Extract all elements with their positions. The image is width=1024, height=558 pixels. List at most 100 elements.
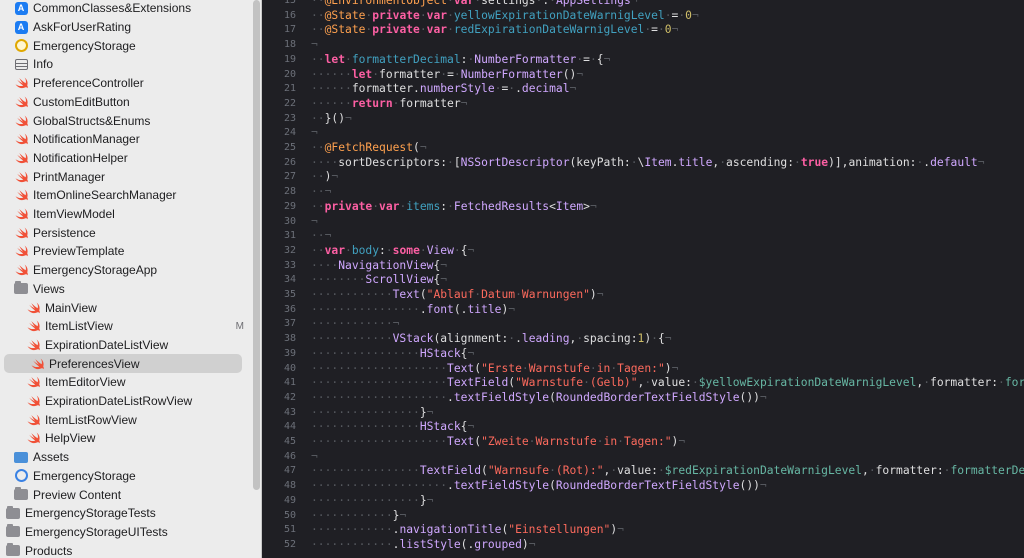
code-text[interactable]: ····················Text("Zweite·Warnstu… [311, 435, 685, 450]
code-line[interactable]: 51 ············.navigationTitle("Einstell… [262, 523, 1024, 538]
code-text[interactable]: ¬ [311, 215, 318, 230]
source-editor[interactable]: 15 ··@EnvironmentObject·var·settings·:·Ap… [262, 0, 1024, 558]
code-line[interactable]: 20 ······let·formatter·=·NumberFormatter(… [262, 68, 1024, 83]
code-line[interactable]: 30 ¬ [262, 215, 1024, 230]
code-text[interactable]: ··@State·private·var·yellowExpirationDat… [311, 9, 699, 24]
code-line[interactable]: 31 ··¬ [262, 229, 1024, 244]
navigator-item[interactable]: ExpirationDateListRowView [0, 392, 250, 411]
code-text[interactable]: ··@EnvironmentObject·var·settings·:·AppS… [311, 0, 638, 9]
code-text[interactable]: ····················Text("Erste·Warnstuf… [311, 362, 678, 377]
code-line[interactable]: 17 ··@State·private·var·redExpirationDate… [262, 23, 1024, 38]
code-text[interactable]: ····················TextField("Warnstufe… [311, 376, 1024, 391]
code-line[interactable]: 47 ················TextField("Warnsufe·(R… [262, 464, 1024, 479]
navigator-scrollbar[interactable] [253, 0, 260, 490]
navigator-item[interactable]: NotificationManager [0, 130, 250, 149]
code-line[interactable]: 16 ··@State·private·var·yellowExpirationD… [262, 9, 1024, 24]
navigator-item[interactable]: GlobalStructs&Enums [0, 111, 250, 130]
code-text[interactable]: ··private·var·items:·FetchedResults<Item… [311, 200, 597, 215]
code-line[interactable]: 40 ····················Text("Erste·Warnst… [262, 362, 1024, 377]
code-line[interactable]: 50 ············}¬ [262, 509, 1024, 524]
navigator-item[interactable]: PreviewTemplate [0, 242, 250, 261]
code-line[interactable]: 41 ····················TextField("Warnstu… [262, 376, 1024, 391]
code-text[interactable]: ················}¬ [311, 406, 433, 421]
code-line[interactable]: 43 ················}¬ [262, 406, 1024, 421]
navigator-item[interactable]: PreferenceController [0, 74, 250, 93]
code-line[interactable]: 45 ····················Text("Zweite·Warns… [262, 435, 1024, 450]
navigator-item[interactable]: PreferencesView [4, 354, 242, 373]
code-line[interactable]: 52 ············.listStyle(.grouped)¬ [262, 538, 1024, 553]
navigator-item[interactable]: HelpView [0, 429, 250, 448]
navigator-item[interactable]: PrintManager [0, 167, 250, 186]
navigator-item[interactable]: A CommonClasses&Extensions [0, 0, 250, 18]
code-text[interactable]: ····················.textFieldStyle(Roun… [311, 391, 767, 406]
code-text[interactable]: ··@FetchRequest(¬ [311, 141, 427, 156]
navigator-item[interactable]: EmergencyStorage [0, 467, 250, 486]
code-text[interactable]: ··)¬ [311, 170, 338, 185]
code-line[interactable]: 23 ··}()¬ [262, 112, 1024, 127]
code-text[interactable]: ········ScrollView{¬ [311, 273, 447, 288]
code-text[interactable]: ················HStack{¬ [311, 420, 474, 435]
code-line[interactable]: 18 ¬ [262, 38, 1024, 53]
code-text[interactable]: ················TextField("Warnsufe·(Rot… [311, 464, 1024, 479]
code-text[interactable]: ¬ [311, 126, 318, 141]
code-line[interactable]: 29 ··private·var·items:·FetchedResults<It… [262, 200, 1024, 215]
code-line[interactable]: 37 ············¬ [262, 317, 1024, 332]
code-text[interactable]: ¬ [311, 38, 318, 53]
navigator-item[interactable]: Assets [0, 448, 250, 467]
code-line[interactable]: 39 ················HStack{¬ [262, 347, 1024, 362]
code-text[interactable]: ············.navigationTitle("Einstellun… [311, 523, 624, 538]
code-line[interactable]: 36 ················.font(.title)¬ [262, 303, 1024, 318]
code-text[interactable]: ··¬ [311, 185, 331, 200]
navigator-item[interactable]: EmergencyStorageUITests [0, 523, 250, 542]
code-line[interactable]: 49 ················}¬ [262, 494, 1024, 509]
code-text[interactable]: ····sortDescriptors:·[NSSortDescriptor(k… [311, 156, 985, 171]
code-text[interactable]: ············.listStyle(.grouped)¬ [311, 538, 536, 553]
code-line[interactable]: 21 ······formatter.numberStyle·=·.decimal… [262, 82, 1024, 97]
code-text[interactable]: ······return·formatter¬ [311, 97, 467, 112]
code-text[interactable]: ············Text("Ablauf·Datum·Warnungen… [311, 288, 604, 303]
code-line[interactable]: 24 ¬ [262, 126, 1024, 141]
code-line[interactable]: 25 ··@FetchRequest(¬ [262, 141, 1024, 156]
code-line[interactable]: 33 ····NavigationView{¬ [262, 259, 1024, 274]
navigator-item[interactable]: ItemOnlineSearchManager [0, 186, 250, 205]
code-text[interactable]: ····NavigationView{¬ [311, 259, 447, 274]
code-text[interactable]: ··var·body:·some·View·{¬ [311, 244, 474, 259]
navigator-item[interactable]: ExpirationDateListView [0, 336, 250, 355]
code-line[interactable]: 26 ····sortDescriptors:·[NSSortDescriptor… [262, 156, 1024, 171]
code-text[interactable]: ······let·formatter·=·NumberFormatter()¬ [311, 68, 583, 83]
code-text[interactable]: ¬ [311, 450, 318, 465]
code-line[interactable]: 32 ··var·body:·some·View·{¬ [262, 244, 1024, 259]
navigator-item[interactable]: EmergencyStorageTests [0, 504, 250, 523]
code-text[interactable]: ··let·formatterDecimal:·NumberFormatter·… [311, 53, 610, 68]
navigator-item[interactable]: Persistence [0, 223, 250, 242]
code-line[interactable]: 22 ······return·formatter¬ [262, 97, 1024, 112]
code-text[interactable]: ············VStack(alignment:·.leading,·… [311, 332, 672, 347]
code-line[interactable]: 38 ············VStack(alignment:·.leading… [262, 332, 1024, 347]
code-line[interactable]: 42 ····················.textFieldStyle(Ro… [262, 391, 1024, 406]
navigator-item[interactable]: ItemListRowView [0, 410, 250, 429]
code-line[interactable]: 34 ········ScrollView{¬ [262, 273, 1024, 288]
code-text[interactable]: ············}¬ [311, 509, 406, 524]
code-text[interactable]: ··}()¬ [311, 112, 352, 127]
code-text[interactable]: ············¬ [311, 317, 399, 332]
navigator-item[interactable]: ItemEditorView [0, 373, 250, 392]
code-line[interactable]: 46 ¬ [262, 450, 1024, 465]
code-text[interactable]: ················}¬ [311, 494, 433, 509]
code-line[interactable]: 15 ··@EnvironmentObject·var·settings·:·Ap… [262, 0, 1024, 9]
code-text[interactable]: ··¬ [311, 229, 331, 244]
code-line[interactable]: 19 ··let·formatterDecimal:·NumberFormatte… [262, 53, 1024, 68]
navigator-item[interactable]: MainView [0, 298, 250, 317]
code-text[interactable]: ····················.textFieldStyle(Roun… [311, 479, 767, 494]
code-line[interactable]: 35 ············Text("Ablauf·Datum·Warnung… [262, 288, 1024, 303]
code-line[interactable]: 44 ················HStack{¬ [262, 420, 1024, 435]
navigator-item[interactable]: A AskForUserRating [0, 18, 250, 37]
code-line[interactable]: 48 ····················.textFieldStyle(Ro… [262, 479, 1024, 494]
code-text[interactable]: ··@State·private·var·redExpirationDateWa… [311, 23, 678, 38]
code-line[interactable]: 27 ··)¬ [262, 170, 1024, 185]
navigator-item[interactable]: ItemViewModel [0, 205, 250, 224]
navigator-item[interactable]: EmergencyStorage [0, 36, 250, 55]
navigator-item[interactable]: Products [0, 541, 250, 558]
code-text[interactable]: ················.font(.title)¬ [311, 303, 515, 318]
code-text[interactable]: ················HStack{¬ [311, 347, 474, 362]
navigator-item[interactable]: NotificationHelper [0, 149, 250, 168]
